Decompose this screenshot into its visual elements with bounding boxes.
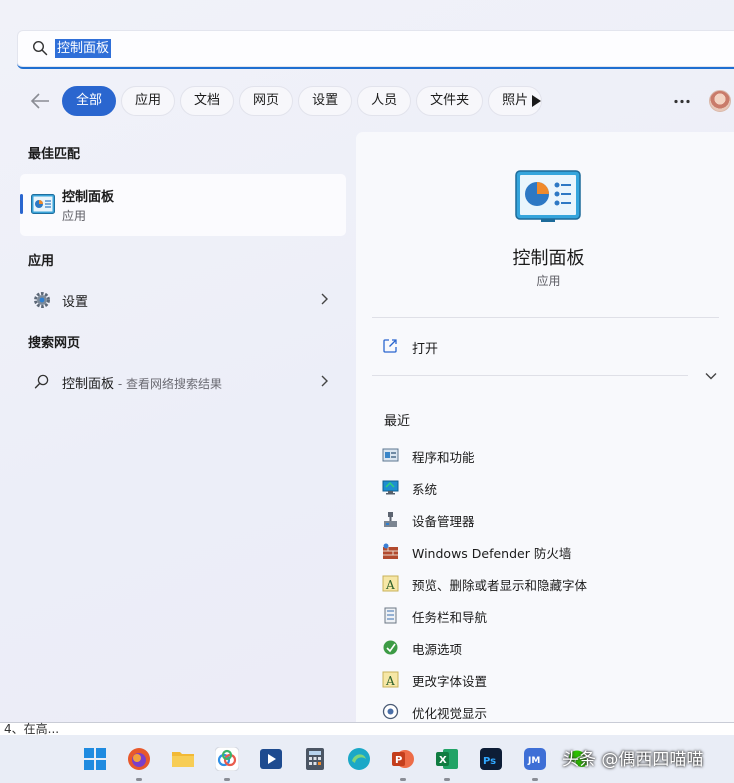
taskbar-icon	[384, 607, 397, 624]
file-explorer-icon[interactable]	[171, 747, 195, 771]
best-match-item[interactable]: 控制面板 应用	[20, 174, 346, 236]
svg-text:Ps: Ps	[483, 756, 496, 767]
web-search-heading: 搜索网页	[28, 336, 81, 351]
svg-text:X: X	[439, 755, 447, 766]
tab-web[interactable]: 网页	[239, 86, 294, 116]
start-search-panel: 控制面板 全部 应用 文档 网页 设置 人员 文件夹 照片 最佳匹配 控制面板 …	[0, 0, 734, 722]
open-label: 打开	[412, 342, 439, 357]
jm-app-icon[interactable]: JM	[523, 747, 547, 771]
watermark: 头条 @偶西四喵喵	[562, 750, 704, 770]
control-panel-icon	[31, 194, 55, 214]
search-input-text[interactable]: 控制面板	[55, 39, 112, 58]
recent-item[interactable]: A 预览、删除或者显示和隐藏字体	[382, 572, 722, 594]
more-options-icon[interactable]	[673, 99, 691, 104]
best-match-heading: 最佳匹配	[28, 147, 81, 162]
recent-item-label: 更改字体设置	[412, 674, 488, 689]
recent-item-label: 设备管理器	[412, 514, 475, 529]
power-icon	[383, 640, 398, 655]
recent-item[interactable]: 程序和功能	[382, 444, 722, 466]
filter-tabs: 全部 应用 文档 网页 设置 人员 文件夹 照片	[62, 86, 543, 116]
background-document-strip: 4、在高...	[0, 722, 734, 736]
web-search-label: 控制面板 - 查看网络搜索结果	[62, 377, 222, 392]
selection-indicator	[20, 194, 23, 214]
tab-folders[interactable]: 文件夹	[416, 86, 484, 116]
detail-pane: 控制面板 应用 打开 最近 程序和功能 系统 设备管理器 Windows Def…	[356, 132, 734, 722]
search-icon	[34, 374, 49, 389]
open-external-icon	[383, 339, 397, 353]
tab-documents[interactable]: 文档	[180, 86, 235, 116]
device-manager-icon	[384, 512, 397, 527]
app-result-label: 设置	[62, 295, 89, 310]
search-icon	[32, 40, 48, 56]
recent-item[interactable]: 电源选项	[382, 636, 722, 658]
tab-apps[interactable]: 应用	[121, 86, 176, 116]
font-icon: A	[382, 671, 399, 688]
web-search-result[interactable]: 控制面板 - 查看网络搜索结果	[20, 366, 346, 396]
svg-text:P: P	[395, 755, 402, 766]
svg-text:A: A	[385, 578, 395, 592]
svg-text:JM: JM	[527, 756, 540, 766]
tab-people[interactable]: 人员	[357, 86, 412, 116]
recent-item-label: 系统	[412, 482, 438, 497]
running-indicator	[400, 778, 406, 781]
baidu-netdisk-icon[interactable]	[215, 747, 239, 771]
background-text: 4、在高...	[4, 722, 60, 736]
recent-item[interactable]: 任务栏和导航	[382, 604, 722, 626]
detail-app-type: 应用	[536, 274, 561, 288]
taskbar: P X Ps JM 头条 @偶西四喵喵	[0, 735, 734, 783]
apps-heading: 应用	[28, 254, 55, 269]
ease-of-access-icon	[382, 703, 399, 720]
firefox-icon[interactable]	[127, 747, 151, 771]
chevron-down-icon[interactable]	[705, 372, 717, 380]
chevron-right-icon[interactable]	[320, 293, 328, 305]
recent-item[interactable]: A 更改字体设置	[382, 668, 722, 690]
recent-item[interactable]: 优化视觉显示	[382, 700, 722, 722]
programs-icon	[382, 448, 399, 462]
svg-text:A: A	[385, 674, 395, 688]
recent-item-label: 优化视觉显示	[412, 706, 488, 721]
system-icon	[382, 480, 399, 495]
recent-item-label: Windows Defender 防火墙	[412, 546, 572, 561]
running-indicator	[532, 778, 538, 781]
powerpoint-icon[interactable]: P	[391, 747, 415, 771]
running-indicator	[224, 778, 230, 781]
app-result-settings[interactable]: 设置	[20, 284, 346, 314]
chevron-right-icon[interactable]	[320, 375, 328, 387]
detail-app-name: 控制面板	[512, 248, 585, 269]
font-icon: A	[382, 575, 399, 592]
gear-icon	[34, 292, 50, 308]
excel-icon[interactable]: X	[435, 747, 459, 771]
best-match-name: 控制面板	[62, 190, 115, 205]
more-tabs-play-icon[interactable]	[530, 94, 542, 108]
control-panel-large-icon	[515, 170, 581, 222]
recent-item[interactable]: 系统	[382, 476, 722, 498]
user-avatar[interactable]	[709, 90, 731, 112]
recent-item-label: 程序和功能	[412, 450, 475, 465]
back-arrow-icon[interactable]	[29, 91, 51, 111]
recent-item-label: 任务栏和导航	[412, 610, 488, 625]
divider	[372, 317, 719, 318]
edge-like-icon[interactable]	[347, 747, 371, 771]
search-box[interactable]: 控制面板	[17, 30, 734, 69]
best-match-type: 应用	[62, 209, 87, 223]
firewall-icon	[383, 543, 398, 559]
recent-item-label: 预览、删除或者显示和隐藏字体	[412, 578, 588, 593]
recent-heading: 最近	[384, 414, 411, 429]
recent-item[interactable]: 设备管理器	[382, 508, 722, 530]
tab-all[interactable]: 全部	[62, 86, 117, 116]
tab-settings[interactable]: 设置	[298, 86, 353, 116]
running-indicator	[136, 778, 142, 781]
divider	[372, 375, 688, 376]
windows-start-icon[interactable]	[83, 747, 107, 771]
recent-item-label: 电源选项	[412, 642, 463, 657]
running-indicator	[444, 778, 450, 781]
video-editor-icon[interactable]	[259, 747, 283, 771]
photoshop-icon[interactable]: Ps	[479, 747, 503, 771]
calculator-icon[interactable]	[303, 747, 327, 771]
recent-item[interactable]: Windows Defender 防火墙	[382, 540, 722, 562]
